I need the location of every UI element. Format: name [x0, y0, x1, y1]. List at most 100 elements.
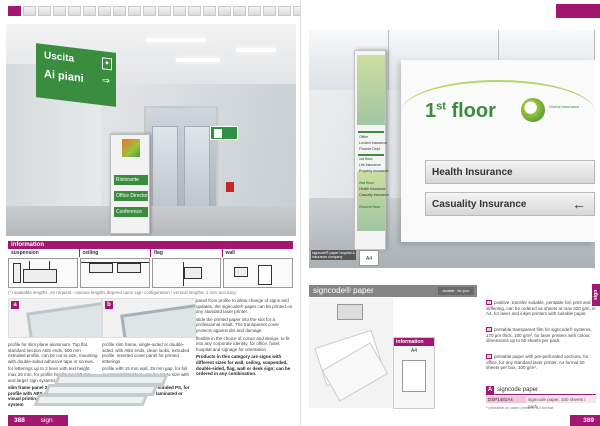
insurance-logo-icon — [521, 98, 545, 122]
wire — [49, 261, 50, 269]
catalog-thumbnail[interactable] — [8, 6, 21, 16]
ceiling-light — [146, 38, 206, 42]
paragraph: flexible in the choice of colour and des… — [196, 335, 290, 352]
directory-row: Office Directory — [114, 191, 148, 201]
catalog-thumbnail[interactable] — [53, 6, 66, 16]
wall-panel: 1st floor Global Insurance Health Insura… — [401, 60, 595, 242]
stand-row: Ground floor — [359, 205, 381, 209]
ceiling-light — [236, 48, 276, 52]
catalog-thumbnail[interactable] — [38, 6, 51, 16]
category-suspension: suspension — [8, 249, 80, 257]
format-badge: A4 — [359, 250, 379, 266]
divider — [358, 154, 384, 156]
stand-row: Casualty Insurance — [359, 193, 389, 197]
catalog-thumbnail[interactable] — [248, 6, 261, 16]
suspension-diagram — [8, 258, 78, 288]
stand-row: Finance Dept. — [359, 147, 381, 151]
profile-photo-b: b — [102, 298, 196, 338]
ceiling-light — [176, 58, 220, 62]
arrow-icon: ⇒ — [101, 75, 110, 88]
info-header: information — [394, 338, 434, 346]
running-man-icon — [214, 129, 222, 138]
catalog-thumbnail[interactable] — [68, 6, 81, 16]
floor-suffix: st — [436, 100, 446, 113]
text-column-3: panel from profile to allow change of si… — [196, 298, 294, 379]
logo-caption: Global Insurance — [549, 104, 580, 109]
frame-profile — [53, 374, 169, 386]
ceiling-diagram — [79, 258, 150, 288]
catalog-thumbnail[interactable] — [23, 6, 36, 16]
section-tab — [556, 4, 600, 18]
catalog-thumbnail[interactable] — [278, 6, 291, 16]
footer-bar: 389 — [570, 415, 600, 426]
info-size: A4 — [410, 348, 418, 354]
article-code: DSP1481A4 — [486, 396, 526, 403]
bar-title: signcode® paper — [313, 286, 374, 295]
stand-row: 2nd floor — [359, 181, 374, 185]
plate-label: Health Insurance — [432, 167, 513, 178]
order-footnote: * printable on laser printers, A4 format — [486, 405, 554, 410]
thumbnail-strip — [8, 6, 300, 16]
frame-stack — [33, 366, 186, 408]
signcode-stand: Office London Insurance Finance Dept. 1s… — [354, 50, 389, 250]
catalog-thumbnail[interactable] — [173, 6, 186, 16]
frame-corner — [26, 301, 101, 337]
stand-graphic — [357, 55, 385, 125]
printer-icon — [337, 304, 363, 320]
category-flag: flag — [151, 249, 223, 257]
side-tab: sign — [592, 284, 600, 306]
plate-label: Casuality Insurance — [432, 199, 527, 210]
directory-row: Conference — [114, 207, 148, 217]
arrow-left-icon: ← — [572, 196, 586, 212]
order-header: A signcode paper — [486, 385, 596, 395]
sign-box — [23, 269, 57, 283]
photo-caption: signcode® paper hospital & insurance com… — [311, 250, 356, 260]
flag-diagram — [151, 258, 222, 288]
paragraph: printable paper with pre-perforated sect… — [486, 354, 589, 371]
page-number: 389 — [583, 417, 594, 424]
sign-box — [183, 267, 202, 279]
sign-box — [13, 263, 21, 283]
catalog-thumbnail[interactable] — [293, 6, 300, 16]
paper-product-photo — [309, 298, 393, 408]
overhead-exit-sign: Uscita Ai piani ● ⇒ — [36, 43, 116, 107]
catalog-thumbnail[interactable] — [98, 6, 111, 16]
paragraph: printable transparent film for signcode®… — [486, 327, 592, 344]
directory-row: Ristorante — [114, 175, 148, 185]
sign-box — [116, 263, 141, 273]
sheet-diagram — [402, 360, 426, 392]
stand-graphic — [357, 171, 385, 231]
catalog-thumbnail[interactable] — [83, 6, 96, 16]
bullet-icon — [486, 354, 492, 359]
information-bar: information — [8, 241, 293, 249]
wire — [29, 261, 30, 269]
stand-row: Life Insurance — [359, 163, 381, 167]
catalog-thumbnail[interactable] — [203, 6, 216, 16]
health-insurance-plate: Health Insurance — [425, 160, 595, 184]
category-wall: wall — [225, 250, 235, 256]
paragraph: positive: transfer suitable, printable f… — [486, 300, 596, 317]
catalog-thumbnail[interactable] — [143, 6, 156, 16]
sign-line-1: Uscita — [44, 50, 75, 65]
catalog-thumbnail[interactable] — [218, 6, 231, 16]
catalog-thumbnail[interactable] — [233, 6, 246, 16]
corridor-photo: Uscita Ai piani ● ⇒ Ristorante Office Di… — [6, 24, 296, 236]
paragraph: panel from profile to allow change of si… — [196, 298, 293, 315]
catalog-thumbnail[interactable] — [263, 6, 276, 16]
information-box: information A4 — [393, 337, 435, 409]
profile-label: b — [105, 301, 113, 309]
lobby-photo: Office London Insurance Finance Dept. 1s… — [309, 30, 595, 268]
catalog-thumbnail[interactable] — [113, 6, 126, 16]
door-outline — [258, 265, 273, 285]
catalog-thumbnail[interactable] — [188, 6, 201, 16]
mounting-categories: suspension ceiling flag wall — [8, 249, 293, 257]
floor — [6, 206, 296, 236]
order-row: DSP1481A4 signcode paper, 100 sheets / p… — [486, 396, 596, 409]
section-label: sign — [40, 417, 53, 424]
sign-box — [88, 263, 113, 273]
right-page: Office London Insurance Finance Dept. 1s… — [300, 0, 600, 426]
stand-row: London Insurance — [359, 141, 388, 145]
catalog-thumbnail[interactable] — [158, 6, 171, 16]
catalog-thumbnail[interactable] — [128, 6, 141, 16]
floor-number: 1st floor — [425, 100, 496, 123]
